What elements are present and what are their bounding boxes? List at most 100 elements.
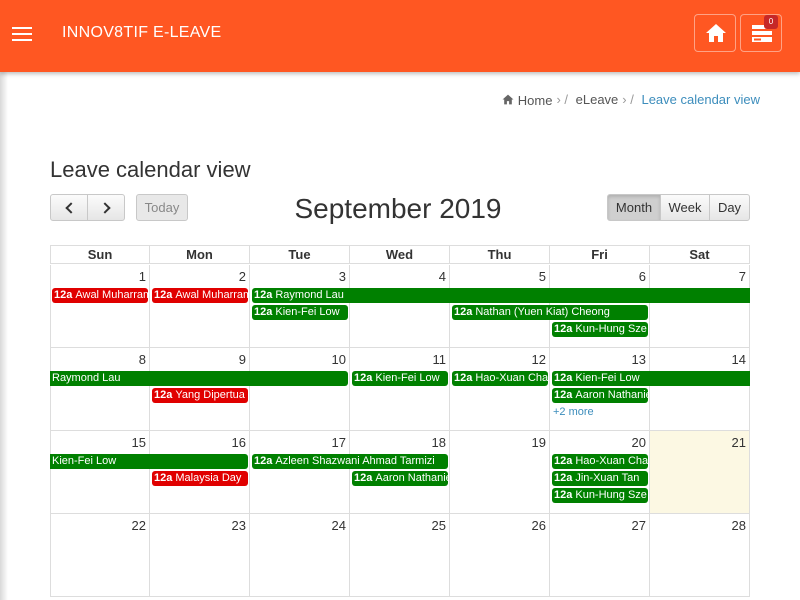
day-cell[interactable]: 23	[150, 514, 250, 597]
day-number[interactable]: 9	[239, 352, 246, 367]
day-number[interactable]: 27	[632, 518, 646, 533]
day-cell[interactable]: 7	[650, 265, 750, 348]
day-cell[interactable]: 22	[50, 514, 150, 597]
top-navbar: INNOV8TIF E-LEAVE 0	[0, 0, 800, 72]
day-number[interactable]: 14	[732, 352, 746, 367]
day-view-button[interactable]: Day	[709, 194, 750, 221]
calendar-event[interactable]: 12a Kun-Hung Sze	[552, 322, 648, 337]
breadcrumb-home-label: Home	[517, 92, 553, 108]
calendar-event[interactable]: 12a Jin-Xuan Tan	[552, 471, 648, 486]
notifications-button[interactable]: 0	[740, 14, 782, 52]
next-month-button[interactable]	[87, 194, 125, 221]
day-cell[interactable]: 25	[350, 514, 450, 597]
breadcrumb-eleave[interactable]: eLeave	[576, 92, 619, 107]
day-cell[interactable]: 27	[550, 514, 650, 597]
calendar-event[interactable]: 12a Awal Muharram	[52, 288, 148, 303]
day-number[interactable]: 16	[232, 435, 246, 450]
day-number[interactable]: 20	[632, 435, 646, 450]
day-cell[interactable]: 11	[350, 348, 450, 431]
event-time: 12a	[54, 289, 73, 301]
calendar-event[interactable]: 12a Raymond Lau	[252, 288, 750, 303]
calendar-event[interactable]: 12a Nathan (Yuen Kiat) Cheong	[452, 305, 648, 320]
day-cell[interactable]: 14	[650, 348, 750, 431]
day-number[interactable]: 22	[132, 518, 146, 533]
breadcrumb-current[interactable]: Leave calendar view	[641, 92, 760, 107]
calendar-event[interactable]: 12a Kien-Fei Low	[552, 371, 750, 386]
event-title: Kun-Hung Sze	[575, 323, 647, 335]
day-cell[interactable]: 21	[650, 431, 750, 514]
event-title: Yang Dipertua	[175, 389, 245, 401]
event-title: Raymond Lau	[52, 372, 121, 384]
day-cell[interactable]: 19	[450, 431, 550, 514]
day-number[interactable]: 2	[239, 269, 246, 284]
event-time: 12a	[554, 472, 573, 484]
day-number[interactable]: 13	[632, 352, 646, 367]
calendar-event[interactable]: 12a Azleen Shazwani Ahmad Tarmizi	[252, 454, 448, 469]
brand-title[interactable]: INNOV8TIF E-LEAVE	[62, 24, 222, 42]
event-title: Hao-Xuan Chang	[475, 372, 548, 384]
day-number[interactable]: 18	[432, 435, 446, 450]
event-time: 12a	[554, 489, 573, 501]
calendar-event[interactable]: 12a Aaron Nathaniel	[352, 471, 448, 486]
more-events-link[interactable]: +2 more	[553, 406, 594, 418]
today-button[interactable]: Today	[136, 194, 188, 221]
day-cell[interactable]: 12	[450, 348, 550, 431]
day-header-sun: Sun	[50, 245, 150, 264]
day-number[interactable]: 4	[439, 269, 446, 284]
day-number[interactable]: 25	[432, 518, 446, 533]
day-number[interactable]: 3	[339, 269, 346, 284]
day-cell[interactable]: 24	[250, 514, 350, 597]
day-cell[interactable]: 1	[50, 265, 150, 348]
day-cell[interactable]: 10	[250, 348, 350, 431]
day-number[interactable]: 10	[332, 352, 346, 367]
chevron-left-icon	[64, 202, 77, 214]
menu-toggle-icon[interactable]	[12, 26, 32, 42]
calendar-event[interactable]: Raymond Lau	[50, 371, 348, 386]
home-button[interactable]	[694, 14, 736, 52]
event-title: Kun-Hung Sze	[575, 489, 647, 501]
day-cell[interactable]: 4	[350, 265, 450, 348]
day-cell[interactable]: 2	[150, 265, 250, 348]
day-cell[interactable]: 28	[650, 514, 750, 597]
prev-month-button[interactable]	[50, 194, 88, 221]
day-number[interactable]: 6	[639, 269, 646, 284]
day-cell[interactable]: 17	[250, 431, 350, 514]
day-number[interactable]: 12	[532, 352, 546, 367]
day-number[interactable]: 23	[232, 518, 246, 533]
day-cell[interactable]: 8	[50, 348, 150, 431]
day-number[interactable]: 11	[433, 352, 447, 367]
day-number[interactable]: 21	[732, 435, 746, 450]
day-number[interactable]: 5	[539, 269, 546, 284]
calendar-event[interactable]: 12a Malaysia Day	[152, 471, 248, 486]
calendar-event[interactable]: 12aHao-Xuan Chang	[452, 371, 548, 386]
day-number[interactable]: 19	[532, 435, 546, 450]
event-time: 12a	[254, 455, 273, 467]
day-number[interactable]: 7	[739, 269, 746, 284]
day-number[interactable]: 15	[132, 435, 146, 450]
day-number[interactable]: 1	[139, 269, 146, 284]
day-number[interactable]: 24	[332, 518, 346, 533]
breadcrumb-home[interactable]: Home	[502, 92, 552, 108]
month-view-button[interactable]: Month	[607, 194, 661, 221]
month-calendar: Sun Mon Tue Wed Thu Fri Sat 1 2 3 4 5 6 7 8 9 10 11 12 13 14…	[50, 245, 750, 600]
calendar-event[interactable]: 12aHao-Xuan Chang	[552, 454, 648, 469]
home-icon	[502, 94, 514, 104]
calendar-event[interactable]: 12a Aaron Nathaniel	[552, 388, 648, 403]
calendar-event[interactable]: 12a Kien-Fei Low	[252, 305, 348, 320]
day-number[interactable]: 28	[732, 518, 746, 533]
day-number[interactable]: 8	[139, 352, 146, 367]
calendar-event[interactable]: 12a Awal Muharram	[152, 288, 248, 303]
day-cell[interactable]: 26	[450, 514, 550, 597]
week-view-button[interactable]: Week	[660, 194, 710, 221]
event-title: Nathan (Yuen Kiat) Cheong	[475, 306, 610, 318]
day-cell[interactable]: 15	[50, 431, 150, 514]
calendar-event[interactable]: 12a Yang Dipertua	[152, 388, 248, 403]
calendar-event[interactable]: 12a Kien-Fei Low	[352, 371, 448, 386]
event-title: Aaron Nathaniel	[375, 472, 448, 484]
event-time: 12a	[154, 389, 173, 401]
sidebar-shadow	[0, 72, 8, 600]
calendar-event[interactable]: 12a Kun-Hung Sze	[552, 488, 648, 503]
calendar-event[interactable]: Kien-Fei Low	[50, 454, 248, 469]
day-number[interactable]: 26	[532, 518, 546, 533]
day-number[interactable]: 17	[332, 435, 346, 450]
